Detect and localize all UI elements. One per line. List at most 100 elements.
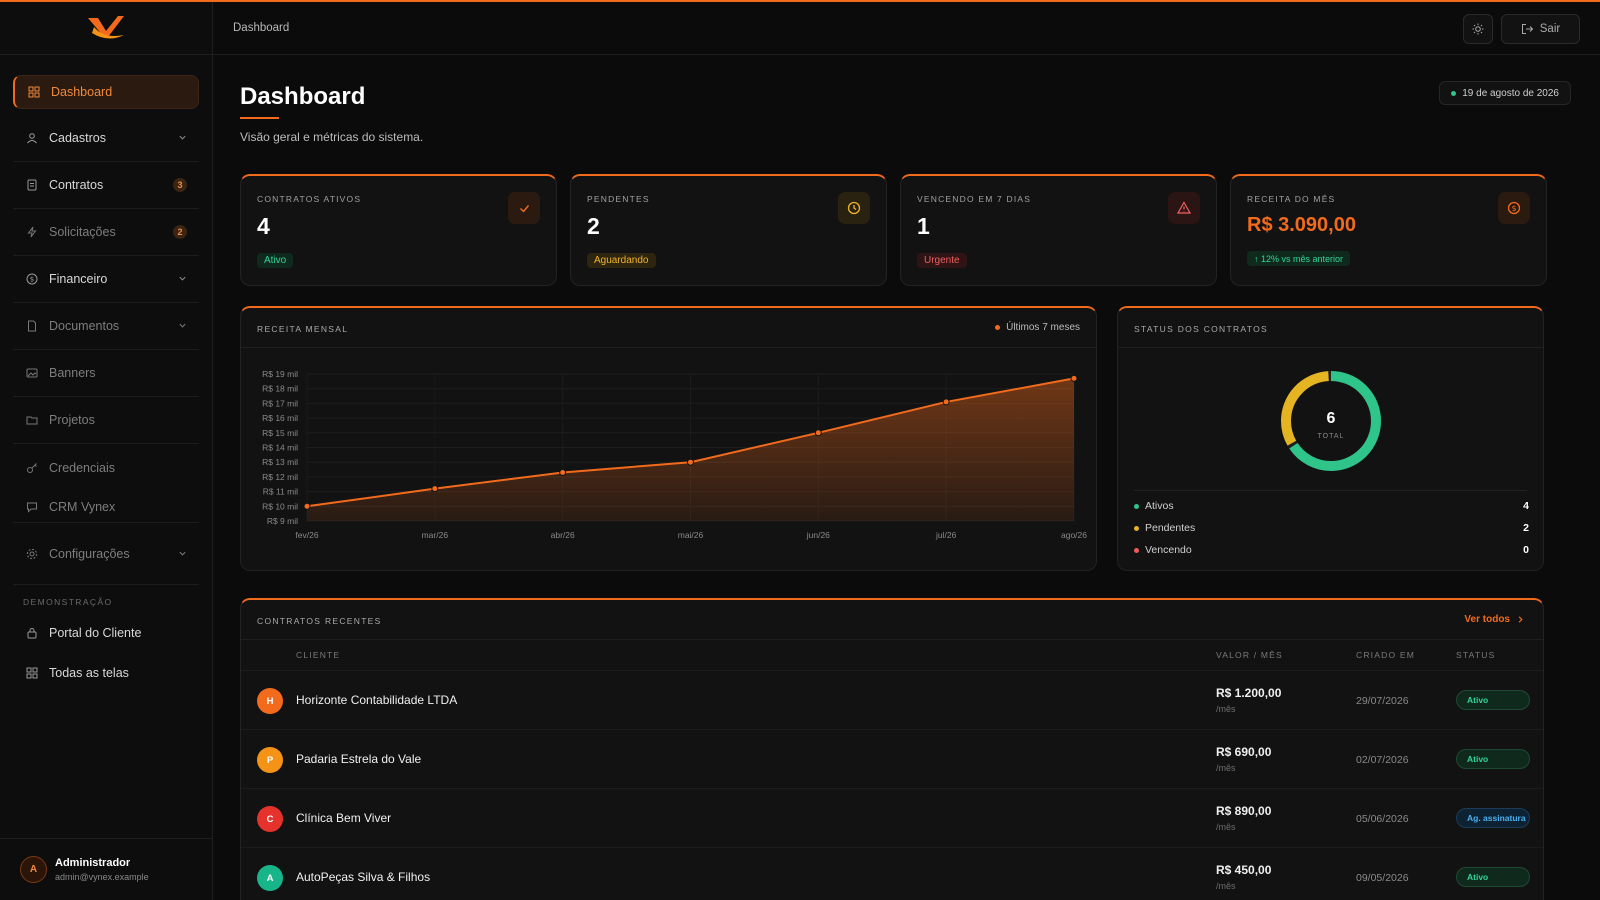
user-name: Administrador (55, 857, 131, 869)
table-row[interactable]: A AutoPeças Silva & Filhos R$ 450,00 /mê… (241, 847, 1543, 900)
sidebar-item-label: Banners (49, 366, 96, 380)
value-period: /mês (1216, 704, 1236, 714)
sidebar-item-label: Configurações (49, 546, 130, 561)
avatar: H (257, 688, 283, 714)
sidebar-item-solicitacoes[interactable]: Solicitações 2 (13, 209, 199, 256)
donut-total: 6 (1327, 410, 1336, 427)
file-icon (25, 178, 39, 192)
sun-icon (1472, 23, 1484, 35)
title-underline (240, 117, 279, 119)
created-date: 05/06/2026 (1356, 813, 1409, 825)
user-email: admin@vynex.example (55, 872, 149, 882)
page-title: Dashboard (240, 83, 366, 110)
sidebar-item-configuracoes[interactable]: Configurações (13, 523, 199, 585)
kpi-card-pendentes: PENDENTES 2 Aguardando (570, 174, 887, 286)
kpi-label: CONTRATOS ATIVOS (257, 194, 362, 204)
kpi-value: 1 (917, 213, 930, 239)
data-point (814, 429, 822, 437)
image-icon (25, 366, 39, 380)
sidebar-item-documentos[interactable]: Documentos (13, 303, 199, 350)
chevron-down-icon (178, 319, 187, 333)
sidebar-item-label: Contratos (49, 178, 104, 192)
client-name: AutoPeças Silva & Filhos (296, 870, 431, 884)
y-tick-label: R$ 17 mil (262, 398, 298, 408)
clock-icon (838, 192, 870, 224)
bolt-icon (25, 225, 39, 239)
y-tick-label: R$ 15 mil (262, 428, 298, 438)
sidebar-item-label: Dashboard (51, 85, 113, 99)
data-point (687, 458, 694, 466)
sidebar-item-financeiro[interactable]: $ Financeiro (13, 256, 199, 303)
data-point (1070, 374, 1078, 382)
x-tick-label: ago/26 (1061, 530, 1087, 540)
panel-header (241, 308, 1096, 348)
x-tick-label: abr/26 (551, 530, 575, 540)
logo[interactable] (0, 2, 212, 55)
document-icon (25, 319, 39, 333)
see-all-link[interactable]: Ver todos (1464, 614, 1525, 625)
kpi-label: VENCENDO EM 7 DIAS (917, 194, 1032, 204)
sidebar-item-banners[interactable]: Banners (13, 350, 199, 397)
sidebar-item-label: Projetos (49, 413, 95, 427)
kpi-value: R$ 3.090,00 (1247, 214, 1356, 236)
legend-value: 2 (1523, 522, 1529, 534)
see-all-label: Ver todos (1464, 614, 1510, 625)
sidebar-item-todas-telas[interactable]: Todas as telas (13, 653, 199, 693)
x-tick-label: fev/26 (295, 530, 318, 540)
status-panel: STATUS DOS CONTRATOS 6 TOTAL Ativos 4 Pe… (1117, 306, 1544, 571)
logout-icon (1521, 24, 1533, 34)
panel-header (241, 600, 1543, 640)
sidebar-item-dashboard[interactable]: Dashboard (13, 75, 199, 109)
table-row[interactable]: H Horizonte Contabilidade LTDA R$ 1.200,… (241, 670, 1543, 729)
x-tick-label: mar/26 (422, 530, 449, 540)
legend-item-vencendo: Vencendo 0 (1134, 544, 1529, 556)
status-badge: Aguardando (587, 253, 656, 268)
date-badge: 19 de agosto de 2026 (1439, 81, 1571, 105)
lock-icon (25, 626, 39, 640)
sidebar-item-credenciais[interactable]: Credenciais (13, 444, 199, 491)
sidebar-item-cadastros[interactable]: Cadastros (13, 115, 199, 162)
check-icon (508, 192, 540, 224)
data-point (431, 485, 439, 493)
theme-toggle-button[interactable] (1463, 14, 1493, 44)
page-subtitle: Visão geral e métricas do sistema. (240, 130, 424, 144)
logout-button[interactable]: Sair (1501, 14, 1580, 44)
period-text: Últimos 7 meses (1006, 322, 1080, 333)
user-profile[interactable]: A Administrador admin@vynex.example (0, 838, 212, 900)
breadcrumb: Dashboard (233, 22, 290, 34)
status-badge: Ativo (257, 253, 294, 268)
table-row[interactable]: P Padaria Estrela do Vale R$ 690,00 /mês… (241, 729, 1543, 788)
sidebar-item-label: Solicitações (49, 225, 116, 239)
sidebar-item-label: Cadastros (49, 131, 106, 145)
trend-badge: ↑ 12% vs mês anterior (1247, 251, 1351, 266)
created-date: 09/05/2026 (1356, 872, 1409, 884)
client-name: Padaria Estrela do Vale (296, 752, 422, 766)
data-point (942, 398, 950, 406)
y-tick-label: R$ 16 mil (262, 413, 298, 423)
period-label: Últimos 7 meses (995, 322, 1080, 333)
svg-text:$: $ (1511, 204, 1516, 213)
kpi-card-contratos-ativos: CONTRATOS ATIVOS 4 Ativo (240, 174, 557, 286)
avatar: P (257, 747, 283, 773)
sidebar-item-portal-cliente[interactable]: Portal do Cliente (13, 613, 199, 653)
status-donut-chart: 6 TOTAL (1281, 371, 1381, 471)
legend-dot (1134, 547, 1139, 553)
panel-title: STATUS DOS CONTRATOS (1134, 324, 1268, 334)
table-row[interactable]: C Clínica Bem Viver R$ 890,00 /mês 05/06… (241, 788, 1543, 847)
sidebar-item-label: Documentos (49, 319, 120, 333)
svg-text:$: $ (30, 276, 34, 284)
sidebar-item-crm[interactable]: CRM Vynex (13, 491, 199, 523)
topbar: Dashboard Sair (213, 2, 1600, 55)
client-name: Clínica Bem Viver (296, 811, 392, 825)
sidebar-item-contratos[interactable]: Contratos 3 (13, 162, 199, 209)
sidebar-item-projetos[interactable]: Projetos (13, 397, 199, 444)
chevron-down-icon (178, 272, 187, 286)
legend-value: 4 (1523, 500, 1529, 512)
dollar-circle-icon: $ (1498, 192, 1530, 224)
legend-dot (1134, 503, 1139, 509)
logout-label: Sair (1539, 23, 1561, 35)
client-name: Horizonte Contabilidade LTDA (296, 693, 458, 707)
legend-label: Ativos (1145, 500, 1174, 512)
legend-item-pendentes: Pendentes 2 (1134, 522, 1529, 534)
alert-icon (1168, 192, 1200, 224)
